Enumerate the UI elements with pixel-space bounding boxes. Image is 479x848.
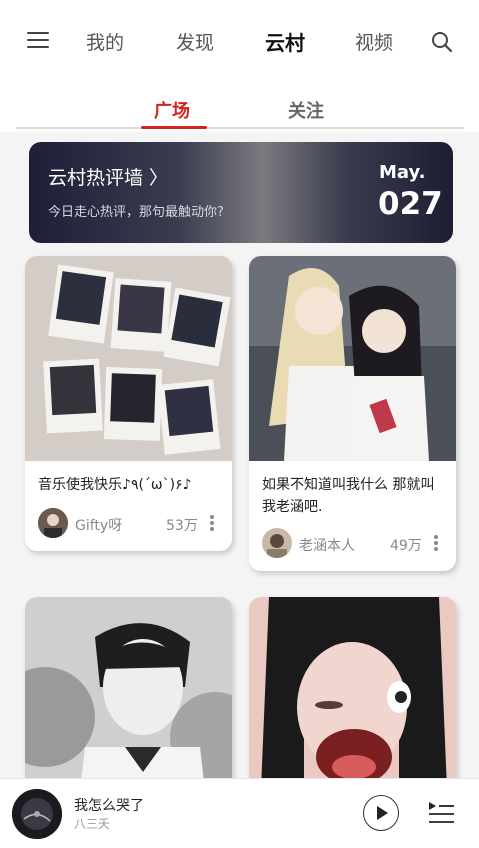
menu-icon[interactable] [27, 32, 49, 50]
tab-cloud-village[interactable]: 云村 [265, 27, 305, 56]
banner-day: 027 [378, 186, 443, 222]
tab-discover[interactable]: 发现 [176, 28, 214, 55]
tab-video[interactable]: 视频 [355, 28, 393, 55]
post-image [249, 256, 456, 461]
post-author[interactable]: Gifty呀 [75, 515, 122, 535]
subtab-following[interactable]: 关注 [288, 97, 324, 123]
play-icon [377, 806, 388, 820]
more-options-icon[interactable] [433, 535, 439, 553]
more-options-icon[interactable] [209, 515, 215, 533]
mini-player: 我怎么哭了 八三夭 [0, 778, 479, 848]
avatar[interactable] [262, 528, 292, 558]
avatar[interactable] [38, 508, 68, 538]
play-button[interactable] [363, 795, 399, 831]
song-title[interactable]: 我怎么哭了 [74, 795, 144, 815]
banner-month: May. [379, 162, 426, 183]
search-icon[interactable] [431, 31, 453, 53]
song-artist[interactable]: 八三夭 [74, 815, 110, 832]
post-caption: 音乐使我快乐♪٩(´ω`)۶♪ [38, 477, 192, 493]
top-navigation-bar: 我的 发现 云村 视频 [0, 0, 479, 86]
banner-subtitle: 今日走心热评，那句最触动你? [48, 205, 224, 220]
post-author[interactable]: 老涵本人 [299, 535, 355, 555]
tab-mine[interactable]: 我的 [86, 28, 124, 55]
subtab-square[interactable]: 广场 [154, 97, 190, 123]
app-screen: 我的 发现 云村 视频 广场 关注 云村热评墙 〉 今日走心热评，那句最触动你?… [0, 0, 479, 848]
post-image [25, 256, 232, 461]
post-card[interactable]: 音乐使我快乐♪٩(´ω`)۶♪ Gifty呀 53万 [25, 256, 232, 551]
sub-tabs: 广场 关注 [0, 86, 479, 132]
post-caption: 如果不知道叫我什么 那就叫我老涵吧. [262, 477, 435, 515]
subtab-divider [16, 127, 464, 129]
hot-comments-banner[interactable]: 云村热评墙 〉 今日走心热评，那句最触动你? May. 027 [29, 142, 453, 243]
like-count: 49万 [390, 538, 422, 554]
like-count: 53万 [166, 518, 198, 534]
album-cover[interactable] [12, 789, 62, 839]
banner-title: 云村热评墙 〉 [48, 167, 169, 189]
post-card[interactable]: 如果不知道叫我什么 那就叫我老涵吧. 老涵本人 49万 [249, 256, 456, 571]
playlist-icon[interactable] [427, 799, 455, 825]
active-subtab-indicator [141, 126, 207, 129]
